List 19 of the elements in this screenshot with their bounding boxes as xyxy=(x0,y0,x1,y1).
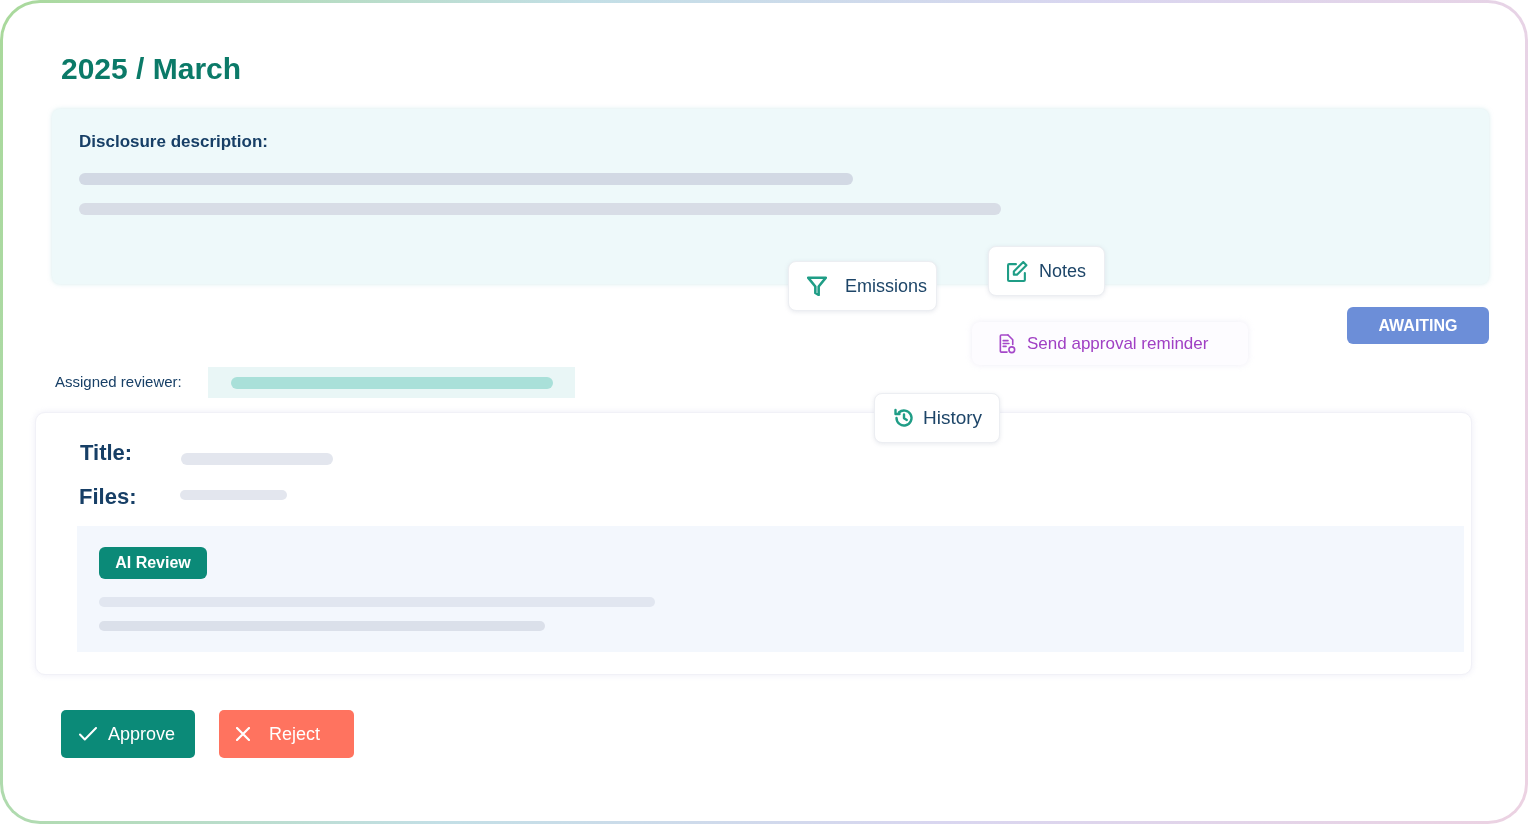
notes-button[interactable]: Notes xyxy=(988,246,1105,296)
ai-review-badge: AI Review xyxy=(99,547,207,579)
history-icon xyxy=(894,408,914,428)
field-label: Files: xyxy=(79,482,138,511)
field-label: Title: xyxy=(80,438,134,467)
document-icon xyxy=(999,333,1016,354)
cross-icon xyxy=(236,727,250,741)
approve-button[interactable]: Approve xyxy=(61,710,195,758)
section-label: Disclosure description: xyxy=(79,131,268,153)
status-badge: AWAITING xyxy=(1347,307,1489,344)
send-reminder-button[interactable]: Send approval reminder xyxy=(972,322,1248,365)
emissions-button[interactable]: Emissions xyxy=(788,261,937,311)
check-icon xyxy=(79,727,97,741)
edit-icon xyxy=(1007,260,1028,282)
reviewer-field[interactable] xyxy=(208,367,575,398)
history-button[interactable]: History xyxy=(874,393,1000,443)
page-heading: 2025 / March xyxy=(61,51,242,87)
funnel-icon xyxy=(807,276,827,296)
field-label: Assigned reviewer: xyxy=(55,372,183,393)
